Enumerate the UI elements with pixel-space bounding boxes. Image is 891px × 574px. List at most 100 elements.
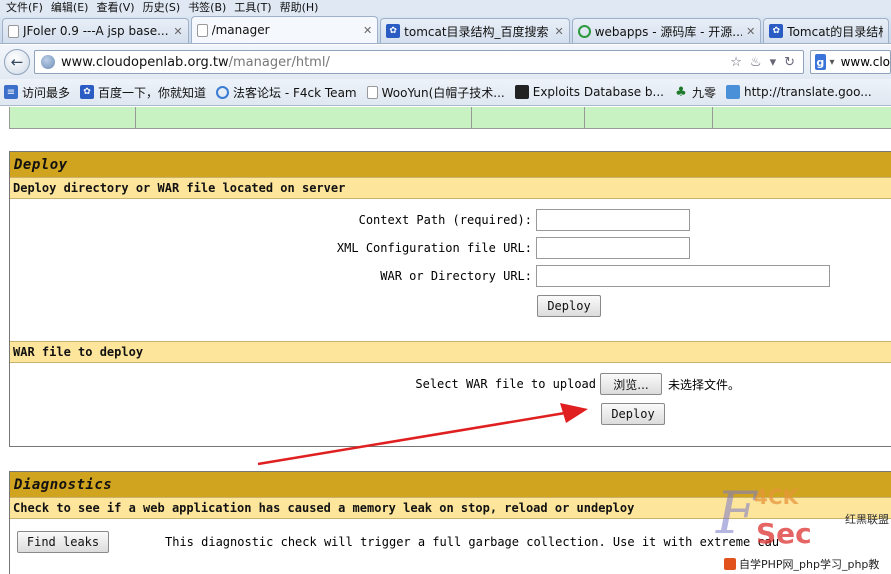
tab-label: /manager [211,23,270,37]
back-arrow-icon: ← [10,53,24,71]
no-file-selected-text: 未选择文件。 [668,377,741,392]
close-icon[interactable]: ✕ [746,25,755,38]
bookmark-jiuling[interactable]: ♣ 九零 [674,84,716,101]
diagnostics-description: This diagnostic check will trigger a ful… [165,535,780,549]
bookmark-baidu[interactable]: ✿ 百度一下，你就知道 [80,84,206,101]
war-dir-label: WAR or Directory URL: [380,269,532,283]
leaf-icon: ♣ [675,84,687,100]
bookmark-label: 法客论坛 - F4ck Team [233,85,357,100]
deploy-title: Deploy [10,151,891,177]
menu-history[interactable]: 历史(S) [141,0,187,16]
star-icon[interactable]: ☆ [730,55,742,70]
menu-file[interactable]: 文件(F) [4,0,49,16]
context-path-row: Context Path (required): [10,209,890,231]
xml-config-input[interactable] [536,237,690,259]
table-cell [713,107,891,128]
xml-config-row: XML Configuration file URL: [10,237,890,259]
search-engine-dropdown-icon[interactable]: ▾ [830,57,835,68]
reload-icon[interactable]: ↻ [784,55,795,70]
close-icon[interactable]: ✕ [555,25,564,38]
find-leaks-row: Find leaks This diagnostic check will tr… [17,531,887,553]
baidu-paw-icon: ✿ [80,85,95,99]
browse-button[interactable]: 浏览... [600,373,662,395]
bookmark-exploit-db[interactable]: Exploits Database b... [514,85,664,99]
globe-icon [41,55,55,69]
address-bar-icons: ☆ ♨ ▾ ↻ [730,55,803,70]
bookmark-translate[interactable]: http://translate.goo... [725,85,872,99]
page-content: Deploy Deploy directory or WAR file loca… [0,107,891,574]
tab-label: webapps - 源码库 - 开源... [594,24,743,39]
menu-edit[interactable]: 编辑(E) [49,0,95,16]
baidu-paw-icon: ✿ [769,24,784,38]
source-icon [577,24,591,38]
diagnostics-title: Diagnostics [10,471,891,497]
tab-baidu-search[interactable]: ✿ tomcat目录结构_百度搜索 ✕ [380,18,570,43]
war-upload-subtitle: WAR file to deploy [10,341,891,363]
menu-bookmarks[interactable]: 书签(B) [186,0,232,16]
deploy-button-row: Deploy [537,295,601,317]
bookmark-label: 百度一下，你就知道 [98,85,207,100]
search-input[interactable]: www.clo [841,55,890,69]
table-cell [472,107,586,128]
bookmark-label: http://translate.goo... [743,85,872,99]
navigation-bar: ← www.cloudopenlab.org.tw/manager/html/ … [0,45,891,79]
context-path-input[interactable] [536,209,690,231]
applications-table-last-row [9,107,891,129]
tab-webapps[interactable]: webapps - 源码库 - 开源... ✕ [571,18,762,43]
menu-tools[interactable]: 工具(T) [232,0,277,16]
url-path: /manager/html/ [228,54,330,70]
war-deploy-button-row: Deploy [601,403,665,425]
translate-icon [725,85,740,99]
tab-label: JFoler 0.9 ---A jsp base... [23,24,169,38]
diagnostics-section: Diagnostics Check to see if a web applic… [9,471,891,574]
google-icon: g [815,54,826,70]
tab-bar: JFoler 0.9 ---A jsp base... ✕ /manager ✕… [0,16,891,44]
table-cell [136,107,473,128]
table-cell [585,107,714,128]
java-icon[interactable]: ♨ [750,55,762,70]
url-host: www.cloudopenlab.org.tw [61,54,229,70]
tab-jfoler[interactable]: JFoler 0.9 ---A jsp base... ✕ [2,18,189,43]
close-icon[interactable]: ✕ [363,24,372,37]
bookmark-wooyun[interactable]: WooYun(白帽子技术... [366,84,505,101]
war-dir-row: WAR or Directory URL: [10,265,890,287]
war-dir-input[interactable] [536,265,830,287]
bookmark-most-visited[interactable]: ≡ 访问最多 [4,84,70,101]
bookmark-label: Exploits Database b... [532,85,664,99]
deploy-server-button[interactable]: Deploy [537,295,601,317]
diagnostics-subtitle: Check to see if a web application has ca… [10,497,891,519]
table-cell [10,107,136,128]
address-bar[interactable]: www.cloudopenlab.org.tw/manager/html/ ☆ … [34,50,804,74]
deploy-server-subtitle: Deploy directory or WAR file located on … [10,177,891,199]
find-leaks-button[interactable]: Find leaks [17,531,109,553]
close-icon[interactable]: ✕ [173,25,182,38]
tab-manager[interactable]: /manager ✕ [190,16,379,43]
page-icon [366,85,378,99]
exploit-db-icon [514,85,529,99]
page-icon [8,24,19,38]
bookmark-f4ck-forum[interactable]: 法客论坛 - F4ck Team [216,84,357,101]
select-war-label: Select WAR file to upload [415,377,596,391]
page-icon [196,23,208,37]
forum-icon [216,85,230,99]
tab-label: tomcat目录结构_百度搜索 [404,24,549,39]
bookmark-label: 九零 [691,85,716,100]
deploy-war-button[interactable]: Deploy [601,403,665,425]
back-button[interactable]: ← [4,49,30,75]
context-path-label: Context Path (required): [358,213,532,227]
bookmark-label: WooYun(白帽子技术... [381,85,505,100]
xml-config-label: XML Configuration file URL: [336,241,532,255]
menu-bar: 文件(F) 编辑(E) 查看(V) 历史(S) 书签(B) 工具(T) 帮助(H… [0,0,891,16]
menu-view[interactable]: 查看(V) [94,0,140,16]
tab-tomcat-structure[interactable]: ✿ Tomcat的目录结构 [763,18,889,43]
bookmark-label: 访问最多 [22,85,71,100]
search-box[interactable]: g ▾ www.clo [810,50,891,74]
deploy-section: Deploy Deploy directory or WAR file loca… [9,151,891,447]
bookmarks-toolbar: ≡ 访问最多 ✿ 百度一下，你就知道 法客论坛 - F4ck Team WooY… [0,79,891,106]
war-upload-row: Select WAR file to upload 浏览... 未选择文件。 [10,373,890,395]
dropdown-arrow-icon[interactable]: ▾ [770,55,777,70]
tab-label: Tomcat的目录结构 [787,24,883,39]
baidu-paw-icon: ✿ [386,24,401,38]
menu-help[interactable]: 帮助(H) [278,0,325,16]
bookmark-icon: ≡ [4,85,18,99]
